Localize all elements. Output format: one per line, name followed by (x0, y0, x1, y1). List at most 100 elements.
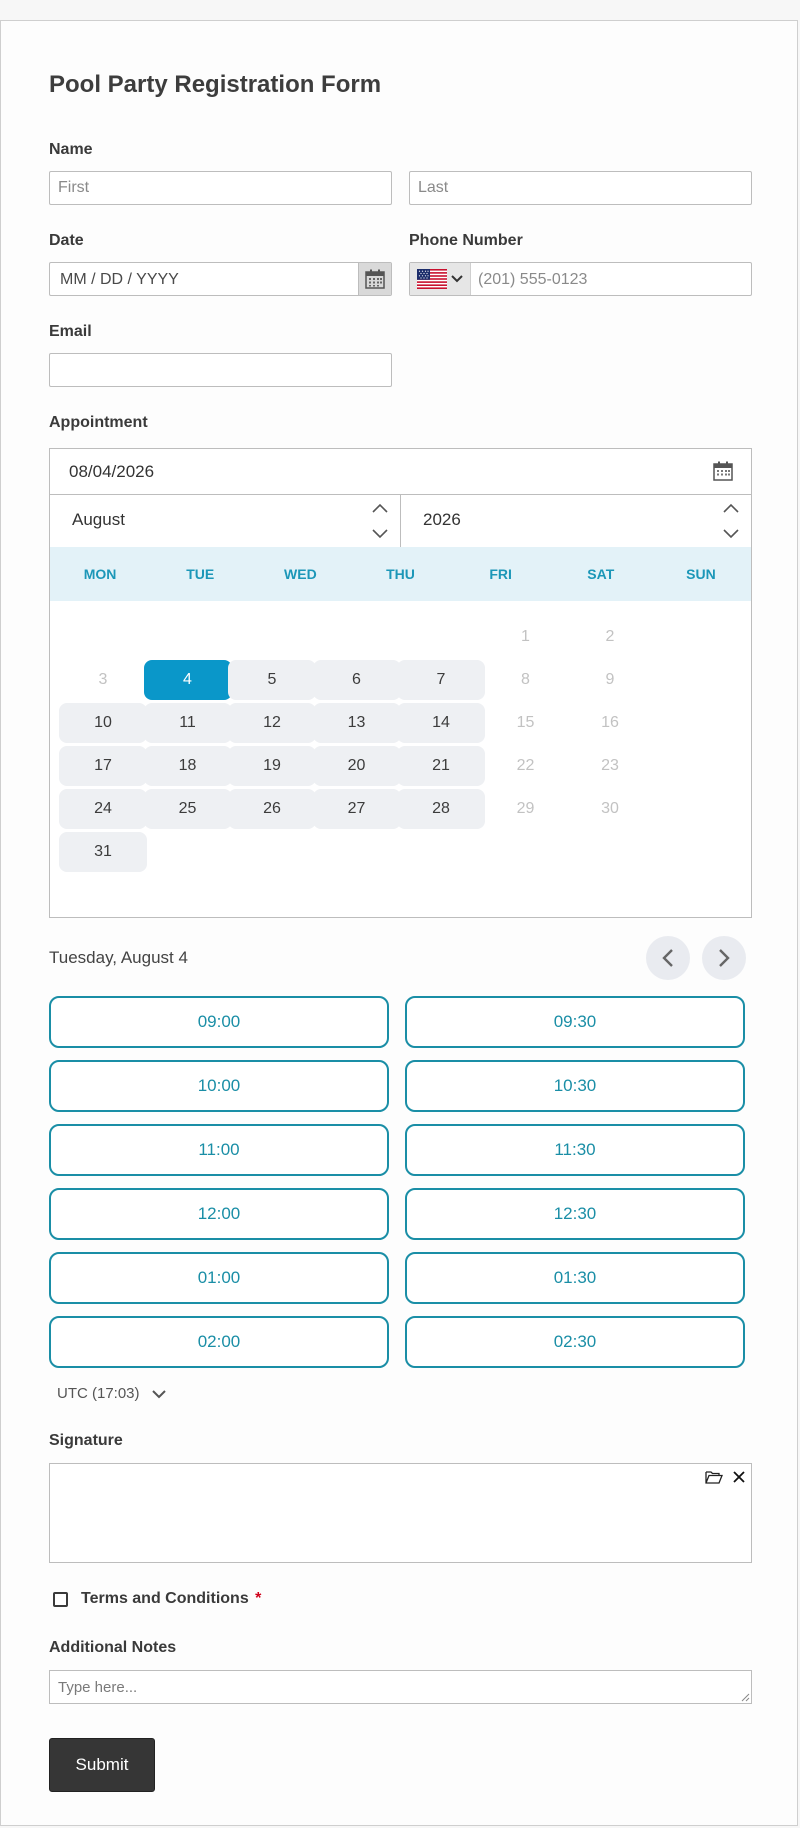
required-mark: * (255, 1590, 262, 1607)
date-placeholder: MM / DD / YYYY (60, 271, 179, 288)
calendar-day-22: 22 (516, 757, 535, 774)
resize-handle-icon[interactable] (741, 1693, 750, 1702)
signature-pad[interactable] (49, 1463, 752, 1563)
time-slot-1200[interactable]: 12:00 (49, 1188, 389, 1240)
year-select[interactable]: 2026 (401, 494, 751, 547)
notes-textarea[interactable]: Type here... (49, 1670, 752, 1704)
calendar-day-26[interactable]: 26 (228, 789, 316, 829)
calendar-day-17[interactable]: 17 (59, 746, 147, 786)
weekday-sat: SAT (587, 566, 615, 582)
appointment-label: Appointment (49, 414, 148, 431)
last-name-input[interactable] (409, 171, 752, 205)
country-select[interactable] (410, 263, 471, 295)
chevron-down-icon (451, 275, 463, 283)
selected-date: Tuesday, August 4 (49, 948, 188, 967)
time-slot-0900[interactable]: 09:00 (49, 996, 389, 1048)
calendar-day-13[interactable]: 13 (312, 703, 401, 743)
submit-button[interactable]: Submit (49, 1738, 155, 1792)
signature-label: Signature (49, 1432, 123, 1449)
calendar-icon[interactable] (713, 461, 733, 481)
year-value: 2026 (423, 510, 461, 529)
calendar-day-7[interactable]: 7 (397, 660, 485, 700)
calendar-day-6[interactable]: 6 (312, 660, 401, 700)
calendar-day-15: 15 (516, 714, 535, 731)
calendar-day-11[interactable]: 11 (143, 703, 232, 743)
chevron-left-icon (662, 949, 673, 967)
weekday-mon: MON (83, 566, 117, 582)
calendar-day-23: 23 (601, 757, 619, 774)
calendar-day-27[interactable]: 27 (312, 789, 401, 829)
first-name-input[interactable] (49, 171, 392, 205)
notes-placeholder: Type here... (58, 1679, 138, 1696)
year-stepper-icon[interactable] (721, 500, 741, 542)
calendar-day-10[interactable]: 10 (59, 703, 147, 743)
weekday-header: MON TUE WED THU FRI SAT SUN (50, 547, 751, 601)
time-slot-0930[interactable]: 09:30 (405, 996, 745, 1048)
calendar-day-19[interactable]: 19 (228, 746, 316, 786)
timezone-select[interactable]: UTC (17:03) (57, 1385, 166, 1402)
calendar-day-21[interactable]: 21 (397, 746, 485, 786)
calendar-day-25[interactable]: 25 (143, 789, 232, 829)
month-year-selectors: August 2026 (50, 494, 751, 548)
calendar-day-2: 2 (605, 628, 615, 645)
month-stepper-icon[interactable] (370, 500, 390, 542)
timezone-value: UTC (17:03) (57, 1385, 140, 1402)
calendar-day-12[interactable]: 12 (228, 703, 316, 743)
form-card: Pool Party Registration Form Name Date M… (0, 20, 798, 1826)
folder-open-icon[interactable] (705, 1470, 723, 1484)
appointment-date-field[interactable]: 08/04/2026 (50, 449, 751, 495)
weekday-wed: WED (284, 566, 317, 582)
calendar-day-29: 29 (516, 800, 535, 817)
weekday-fri: FRI (489, 566, 512, 582)
time-slot-1230[interactable]: 12:30 (405, 1188, 745, 1240)
email-label: Email (49, 323, 92, 340)
month-value: August (72, 510, 125, 529)
calendar-icon[interactable] (358, 263, 391, 295)
time-slot-0200[interactable]: 02:00 (49, 1316, 389, 1368)
time-slot-1000[interactable]: 10:00 (49, 1060, 389, 1112)
terms-label: Terms and Conditions * (81, 1590, 261, 1608)
close-icon[interactable] (733, 1471, 745, 1483)
chevron-down-icon (151, 1390, 166, 1399)
date-label: Date (49, 232, 84, 249)
appointment-value: 08/04/2026 (69, 462, 155, 481)
date-field[interactable]: MM / DD / YYYY (49, 262, 392, 296)
time-slot-0100[interactable]: 01:00 (49, 1252, 389, 1304)
terms-checkbox[interactable] (53, 1592, 68, 1607)
calendar-day-24[interactable]: 24 (59, 789, 147, 829)
time-slots: 09:00 09:30 10:00 10:30 11:00 11:30 12:00 12:30… (49, 996, 752, 1368)
calendar-day-8: 8 (521, 671, 530, 688)
time-slot-0130[interactable]: 01:30 (405, 1252, 745, 1304)
phone-field[interactable]: (201) 555-0123 (409, 262, 752, 296)
notes-label: Additional Notes (49, 1639, 177, 1656)
phone-label: Phone Number (409, 232, 523, 249)
calendar-day-18[interactable]: 18 (143, 746, 232, 786)
time-slot-1130[interactable]: 11:30 (405, 1124, 745, 1176)
calendar-day-20[interactable]: 20 (312, 746, 401, 786)
time-slot-0230[interactable]: 02:30 (405, 1316, 745, 1368)
month-select[interactable]: August (50, 494, 401, 547)
calendar-day-5[interactable]: 5 (228, 660, 316, 700)
appointment-calendar: 08/04/2026 August 2026 MON TUE WED THU F… (49, 448, 752, 918)
time-slot-1030[interactable]: 10:30 (405, 1060, 745, 1112)
chevron-right-icon (719, 949, 730, 967)
form-title: Pool Party Registration Form (49, 71, 382, 98)
calendar-day-31[interactable]: 31 (59, 832, 147, 872)
prev-day-button[interactable] (646, 936, 690, 980)
calendar-day-30: 30 (601, 800, 619, 817)
calendar-day-4[interactable]: 4 (143, 660, 232, 700)
weekday-thu: THU (386, 566, 415, 582)
calendar-day-14[interactable]: 14 (397, 703, 485, 743)
calendar-day-1: 1 (521, 628, 530, 645)
weekday-sun: SUN (686, 566, 716, 582)
time-slot-1100[interactable]: 11:00 (49, 1124, 389, 1176)
us-flag-icon (417, 269, 447, 289)
terms-text: Terms and Conditions (81, 1590, 249, 1607)
calendar-day-28[interactable]: 28 (397, 789, 485, 829)
email-input[interactable] (49, 353, 392, 387)
next-day-button[interactable] (702, 936, 746, 980)
name-label: Name (49, 141, 93, 158)
calendar-day-9: 9 (605, 671, 615, 688)
calendar-day-16: 16 (601, 714, 619, 731)
phone-placeholder: (201) 555-0123 (478, 271, 588, 288)
